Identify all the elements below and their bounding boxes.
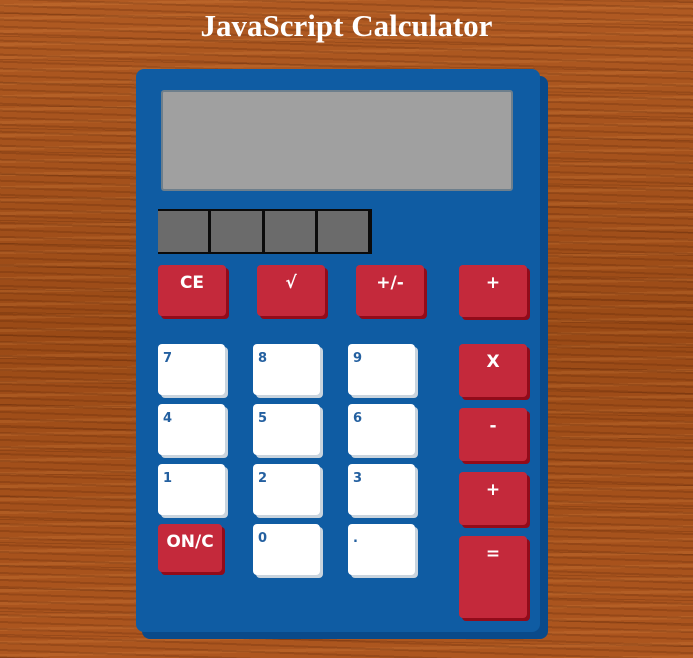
digit-5-button[interactable]: 5 xyxy=(253,404,320,455)
calculator-body: CE √ +/- + 7 8 9 X 4 5 6 - 1 2 3 + ON/C … xyxy=(136,69,540,632)
plus-minus-button[interactable]: +/- xyxy=(356,265,424,316)
digit-2-button[interactable]: 2 xyxy=(253,464,320,515)
clear-entry-button[interactable]: CE xyxy=(158,265,226,316)
page-title: JavaScript Calculator xyxy=(200,8,493,43)
subtract-button[interactable]: - xyxy=(459,408,527,461)
digit-1-button[interactable]: 1 xyxy=(158,464,225,515)
solar-cell xyxy=(158,211,209,252)
calculator-display xyxy=(161,90,513,191)
digit-8-button[interactable]: 8 xyxy=(253,344,320,395)
solar-cell xyxy=(264,211,315,252)
divide-button[interactable]: + xyxy=(459,265,527,317)
solar-panel xyxy=(158,209,372,254)
digit-9-button[interactable]: 9 xyxy=(348,344,415,395)
add-button[interactable]: + xyxy=(459,472,527,525)
digit-4-button[interactable]: 4 xyxy=(158,404,225,455)
solar-cell xyxy=(211,211,262,252)
digit-3-button[interactable]: 3 xyxy=(348,464,415,515)
square-root-button[interactable]: √ xyxy=(257,265,325,316)
digit-7-button[interactable]: 7 xyxy=(158,344,225,395)
digit-0-button[interactable]: 0 xyxy=(253,524,320,575)
digit-6-button[interactable]: 6 xyxy=(348,404,415,455)
equals-button[interactable]: = xyxy=(459,536,527,618)
decimal-button[interactable]: . xyxy=(348,524,415,575)
multiply-button[interactable]: X xyxy=(459,344,527,397)
solar-cell xyxy=(317,211,368,252)
on-clear-button[interactable]: ON/C xyxy=(158,524,222,572)
